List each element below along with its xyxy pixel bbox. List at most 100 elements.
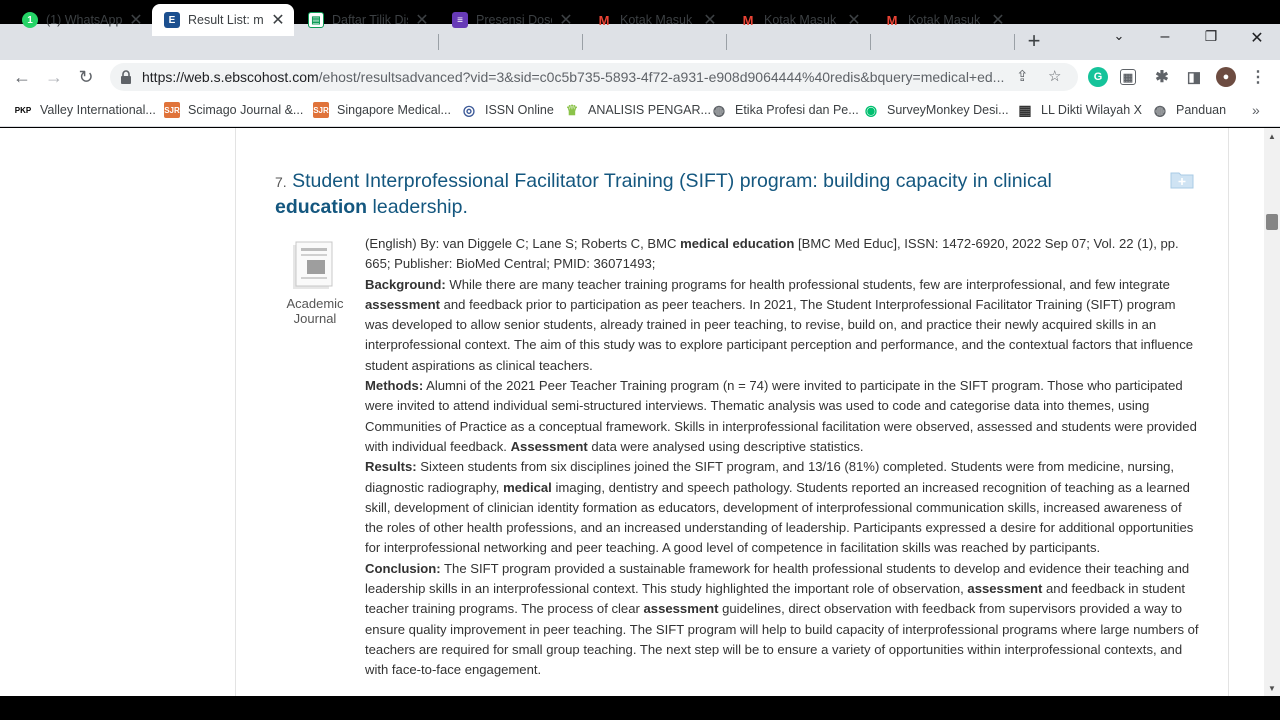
add-to-folder-icon[interactable]: [1170, 169, 1194, 189]
forms-icon: ≡: [452, 12, 468, 28]
puzzle-icon[interactable]: ✱: [1152, 67, 1172, 87]
whatsapp-icon: 1: [22, 12, 38, 28]
highlight: assessment: [643, 601, 719, 617]
tab-separator: [870, 34, 871, 50]
scroll-up-icon[interactable]: ▲: [1268, 132, 1276, 141]
minimize-icon[interactable]: –: [1150, 28, 1180, 46]
tab-title: Presensi Doser: [476, 13, 552, 27]
more-bookmarks-icon[interactable]: »: [1252, 100, 1260, 120]
back-icon[interactable]: ←: [10, 66, 34, 88]
web-icon: ◍: [711, 101, 727, 118]
highlight: assessment: [967, 581, 1043, 597]
url-text: https://web.s.ebscohost.com/ehost/result…: [142, 69, 1004, 85]
citation-text: (English) By: van Diggele C; Lane S; Rob…: [365, 236, 681, 251]
bookmark-item[interactable]: ◍ Panduan: [1152, 100, 1226, 120]
bookmark-item[interactable]: ♛ ANALISIS PENGAR...: [564, 100, 711, 120]
bookmark-item[interactable]: SJR Scimago Journal &...: [164, 100, 303, 120]
tab-gmail-2[interactable]: M Kotak Masuk ( ✕: [728, 4, 870, 36]
bookmark-label: Etika Profesi dan Pe...: [735, 103, 859, 117]
close-icon[interactable]: ✕: [414, 10, 430, 30]
tab-separator: [582, 34, 583, 50]
bookmark-star-icon[interactable]: ☆: [1048, 67, 1061, 85]
close-icon[interactable]: ✕: [270, 10, 286, 30]
ebsco-icon: E: [164, 12, 180, 28]
surveymonkey-icon: ◉: [863, 101, 879, 118]
section-text: data were analysed using descriptive sta…: [587, 438, 864, 454]
result-number: 7.: [275, 174, 287, 190]
bookmark-label: Panduan: [1176, 103, 1227, 117]
abstract-methods: Methods: Alumni of the 2021 Peer Teacher…: [365, 376, 1200, 457]
crown-icon: ♛: [564, 101, 580, 118]
tab-separator: [726, 34, 727, 50]
publication-type-line1: Academic: [286, 296, 344, 311]
tab-result-list[interactable]: E Result List: me ✕: [152, 4, 294, 36]
close-icon[interactable]: ✕: [990, 10, 1006, 30]
bookmark-item[interactable]: ◉ SurveyMonkey Desi...: [863, 100, 1009, 120]
close-window-icon[interactable]: ✕: [1242, 28, 1272, 48]
result-title-highlight[interactable]: education: [275, 196, 367, 218]
result-title-end[interactable]: leadership.: [367, 196, 468, 218]
url-path: /ehost/resultsadvanced?vid=3&sid=c0c5b73…: [318, 69, 1004, 85]
address-bar[interactable]: https://web.s.ebscohost.com/ehost/result…: [110, 63, 1078, 91]
close-icon[interactable]: ✕: [128, 10, 144, 30]
tab-gmail-1[interactable]: M Kotak Masuk ( ✕: [584, 4, 726, 36]
close-icon[interactable]: ✕: [702, 10, 718, 30]
abstract-results: Results: Sixteen students from six disci…: [365, 457, 1200, 558]
highlight: assessment: [365, 296, 440, 312]
close-icon[interactable]: ✕: [558, 10, 574, 30]
close-icon[interactable]: ✕: [846, 10, 862, 30]
result-title-text[interactable]: Student Interprofessional Facilitator Tr…: [292, 170, 1052, 192]
new-tab-button[interactable]: +: [1022, 30, 1046, 54]
sheets-icon: ▤: [308, 12, 324, 28]
tab-separator: [438, 34, 439, 50]
share-icon[interactable]: ⇪: [1016, 67, 1029, 85]
side-panel-icon[interactable]: ◨: [1184, 67, 1204, 87]
grammarly-icon[interactable]: G: [1088, 67, 1108, 87]
result-abstract: (English) By: van Diggele C; Lane S; Rob…: [365, 234, 1200, 681]
citation-highlight: medical education: [680, 236, 795, 251]
bookmark-label: Valley International...: [40, 103, 156, 117]
bookmark-item[interactable]: SJR Singapore Medical...: [313, 100, 451, 120]
gmail-icon: M: [742, 12, 754, 28]
bookmark-item[interactable]: ◍ Etika Profesi dan Pe...: [711, 100, 859, 120]
page-content: 7. Student Interprofessional Facilitator…: [0, 128, 1264, 696]
page-scrollbar[interactable]: ▲ ▼: [1264, 128, 1280, 696]
bookmark-item[interactable]: ▦ LL Dikti Wilayah X: [1017, 100, 1142, 120]
result-title[interactable]: 7. Student Interprofessional Facilitator…: [275, 169, 1135, 220]
reload-icon[interactable]: ↻: [74, 66, 98, 88]
scrollbar-thumb[interactable]: [1266, 214, 1278, 230]
screen: 1 (1) WhatsApp ✕ E Result List: me ✕ ▤ D…: [0, 0, 1280, 720]
bookmarks-bar: PKP Valley International... SJR Scimago …: [0, 93, 1280, 127]
globe-icon: ◎: [461, 101, 477, 118]
restore-icon[interactable]: ❐: [1196, 28, 1226, 45]
bookmark-item[interactable]: PKP Valley International...: [14, 100, 156, 120]
bookmark-item[interactable]: ◎ ISSN Online: [461, 100, 554, 120]
web-icon: ◍: [1152, 101, 1168, 118]
publication-type: Academic Journal: [280, 296, 350, 326]
extension-icon[interactable]: ▦: [1120, 69, 1136, 85]
section-label: Methods:: [365, 378, 424, 394]
tab-daftar-tilik[interactable]: ▤ Daftar Tilik Dis ✕: [296, 4, 438, 36]
sjr-icon: SJR: [313, 102, 329, 118]
tab-whatsapp[interactable]: 1 (1) WhatsApp ✕: [10, 4, 152, 36]
building-icon: ▦: [1017, 101, 1033, 118]
tab-gmail-3[interactable]: M Kotak Masuk ( ✕: [872, 4, 1014, 36]
tab-title: Daftar Tilik Dis: [332, 13, 408, 27]
tab-separator: [1014, 34, 1015, 50]
tab-search-icon[interactable]: ⌄: [1104, 28, 1134, 44]
highlight: medical: [503, 479, 552, 495]
pkp-icon: PKP: [14, 102, 32, 118]
highlight: Assessment: [510, 438, 588, 454]
bookmark-label: ISSN Online: [485, 103, 554, 117]
publication-type-line2: Journal: [293, 311, 337, 326]
section-label: Conclusion:: [365, 560, 441, 576]
tab-presensi[interactable]: ≡ Presensi Doser ✕: [440, 4, 582, 36]
section-text: and feedback prior to participation as p…: [365, 296, 1194, 373]
forward-icon[interactable]: →: [42, 66, 66, 88]
menu-icon[interactable]: ⋮: [1248, 67, 1268, 87]
gmail-icon: M: [598, 12, 610, 28]
avatar[interactable]: ●: [1216, 67, 1236, 87]
citation: (English) By: van Diggele C; Lane S; Rob…: [365, 234, 1200, 275]
sjr-icon: SJR: [164, 102, 180, 118]
scroll-down-icon[interactable]: ▼: [1268, 684, 1276, 693]
